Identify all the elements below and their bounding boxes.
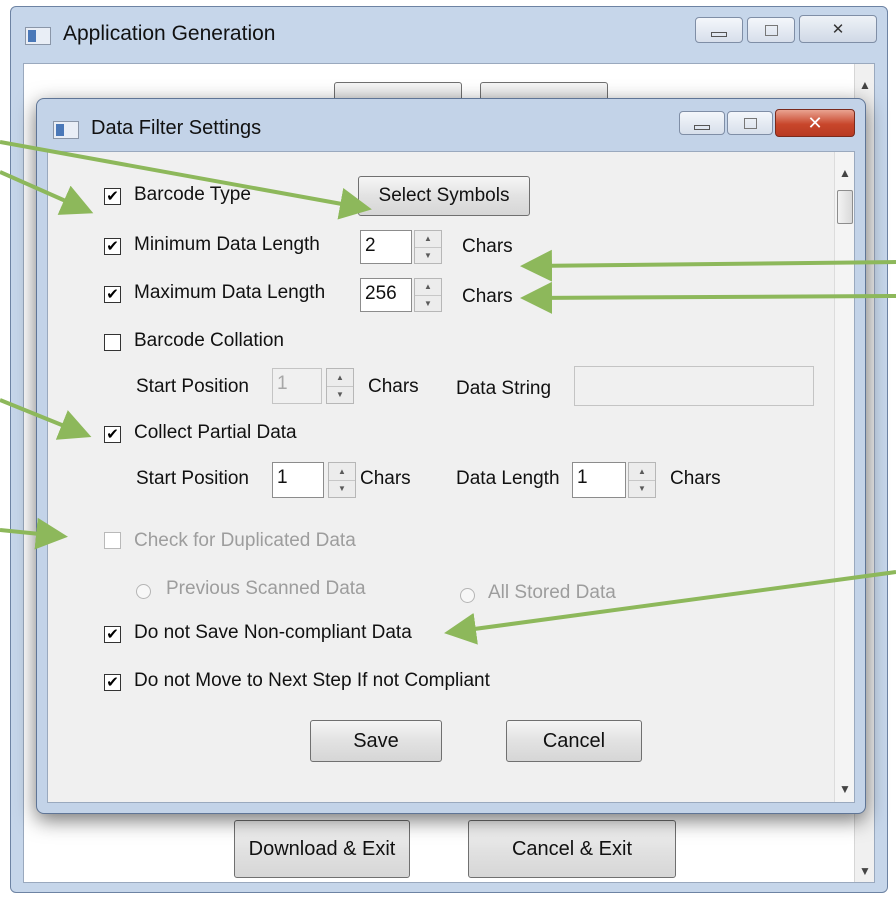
spin-up-icon[interactable]: ▲: [327, 369, 353, 387]
partial-start-label: Start Position: [136, 468, 249, 489]
no-move-checkbox[interactable]: ✔: [104, 674, 121, 691]
spin-up-icon[interactable]: ▲: [415, 279, 441, 296]
spin-down-icon[interactable]: ▼: [327, 387, 353, 404]
select-symbols-button[interactable]: Select Symbols: [358, 176, 530, 216]
dialog-client-area: ✔ Barcode Type Select Symbols ✔ Minimum …: [47, 151, 855, 803]
app-window-icon: [25, 27, 51, 45]
dialog-close-button[interactable]: ✕: [775, 109, 855, 137]
minimize-icon: [694, 124, 710, 130]
no-move-label: Do not Move to Next Step If not Complian…: [134, 670, 490, 691]
dialog-minimize-button[interactable]: [679, 111, 725, 135]
data-string-label: Data String: [456, 378, 552, 399]
max-length-field[interactable]: 256: [360, 278, 412, 312]
spin-down-icon[interactable]: ▼: [415, 296, 441, 312]
data-length-unit: Chars: [670, 468, 721, 489]
max-length-label: Maximum Data Length: [134, 282, 326, 303]
collation-start-spinner[interactable]: ▲ ▼: [326, 368, 354, 404]
min-length-checkbox[interactable]: ✔: [104, 238, 121, 255]
check-duplicate-checkbox[interactable]: [104, 532, 121, 549]
barcode-collation-checkbox[interactable]: [104, 334, 121, 351]
max-length-spinner[interactable]: ▲ ▼: [414, 278, 442, 312]
data-length-spinner[interactable]: ▲ ▼: [628, 462, 656, 498]
minimize-icon: [711, 31, 727, 37]
partial-start-spinner[interactable]: ▲ ▼: [328, 462, 356, 498]
scroll-down-icon[interactable]: ▼: [859, 864, 871, 878]
barcode-type-checkbox[interactable]: ✔: [104, 188, 121, 205]
maximize-button[interactable]: [747, 17, 795, 43]
scroll-down-icon[interactable]: ▼: [839, 782, 851, 796]
barcode-collation-label: Barcode Collation: [134, 330, 284, 351]
maximize-icon: [764, 24, 778, 36]
save-button[interactable]: Save: [310, 720, 442, 762]
download-exit-button[interactable]: Download & Exit: [234, 820, 410, 878]
min-length-spinner[interactable]: ▲ ▼: [414, 230, 442, 264]
no-save-checkbox[interactable]: ✔: [104, 626, 121, 643]
data-string-field[interactable]: [574, 366, 814, 406]
spin-down-icon[interactable]: ▼: [415, 248, 441, 264]
all-stored-radio[interactable]: [460, 588, 475, 603]
partial-start-field[interactable]: 1: [272, 462, 324, 498]
maximize-icon: [743, 117, 757, 129]
dialog-scrollbar[interactable]: ▲ ▼: [834, 152, 854, 802]
cancel-exit-button[interactable]: Cancel & Exit: [468, 820, 676, 878]
max-length-checkbox[interactable]: ✔: [104, 286, 121, 303]
collation-start-field[interactable]: 1: [272, 368, 322, 404]
outer-close-button[interactable]: ✕: [799, 15, 877, 43]
collect-partial-label: Collect Partial Data: [134, 422, 297, 443]
collect-partial-checkbox[interactable]: ✔: [104, 426, 121, 443]
cancel-button[interactable]: Cancel: [506, 720, 642, 762]
previous-scanned-radio[interactable]: [136, 584, 151, 599]
spin-up-icon[interactable]: ▲: [415, 231, 441, 248]
data-length-field[interactable]: 1: [572, 462, 626, 498]
max-length-unit: Chars: [462, 286, 513, 307]
all-stored-label: All Stored Data: [488, 582, 616, 603]
min-length-field[interactable]: 2: [360, 230, 412, 264]
dialog-window-icon: [53, 121, 79, 139]
dialog-title: Data Filter Settings: [91, 117, 262, 139]
data-filter-dialog: Data Filter Settings ✕ ✔ Barcode Type Se…: [36, 98, 866, 814]
no-save-label: Do not Save Non-compliant Data: [134, 622, 412, 643]
previous-scanned-label: Previous Scanned Data: [166, 578, 366, 599]
check-duplicate-label: Check for Duplicated Data: [134, 530, 356, 551]
collation-start-unit: Chars: [368, 376, 419, 397]
spin-up-icon[interactable]: ▲: [329, 463, 355, 481]
scroll-up-icon[interactable]: ▲: [859, 78, 871, 92]
min-length-label: Minimum Data Length: [134, 234, 320, 255]
close-icon: ✕: [807, 112, 823, 133]
scroll-up-icon[interactable]: ▲: [839, 166, 851, 180]
spin-down-icon[interactable]: ▼: [629, 481, 655, 498]
scrollbar-thumb[interactable]: [837, 190, 853, 224]
spin-up-icon[interactable]: ▲: [629, 463, 655, 481]
barcode-type-label: Barcode Type: [134, 184, 251, 205]
min-length-unit: Chars: [462, 236, 513, 257]
outer-window-title: Application Generation: [63, 22, 276, 45]
spin-down-icon[interactable]: ▼: [329, 481, 355, 498]
minimize-button[interactable]: [695, 17, 743, 43]
close-icon: ✕: [831, 21, 845, 38]
outer-titlebar[interactable]: Application Generation ✕: [11, 7, 887, 63]
collation-start-label: Start Position: [136, 376, 249, 397]
data-length-label: Data Length: [456, 468, 560, 489]
dialog-maximize-button[interactable]: [727, 111, 773, 135]
partial-start-unit: Chars: [360, 468, 411, 489]
